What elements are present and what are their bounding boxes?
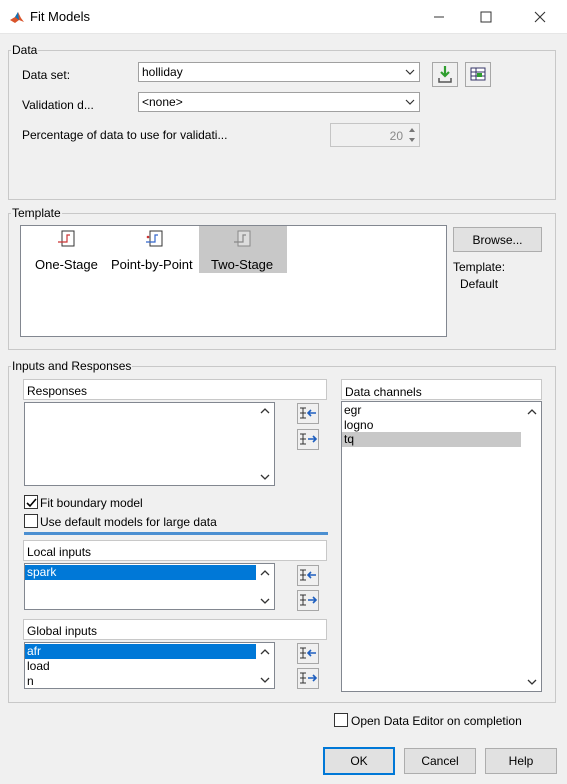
move-left-icon [300, 407, 316, 419]
title-bar: Fit Models [0, 0, 567, 34]
move-left-icon [300, 647, 316, 659]
template-name-value: Default [460, 277, 499, 291]
ok-button-label: OK [350, 754, 368, 768]
import-data-button[interactable] [432, 62, 458, 87]
template-name-label: Template: [453, 260, 506, 274]
add-local-input-button[interactable] [297, 565, 319, 586]
chevron-down-icon [527, 679, 537, 685]
template-label-two-stage: Two-Stage [211, 257, 274, 272]
local-inputs-header: Local inputs [23, 540, 327, 561]
template-list[interactable]: One-Stage Point-by-Point Two-Stage [20, 225, 447, 337]
chevron-down-icon [260, 598, 270, 604]
list-item[interactable]: afr [25, 644, 256, 659]
two-stage-model-icon [234, 230, 251, 247]
chevron-down-icon [260, 474, 270, 480]
chevron-up-icon [527, 409, 537, 415]
data-editor-button[interactable] [465, 62, 491, 87]
template-item-one-stage[interactable]: One-Stage [23, 226, 111, 273]
help-button[interactable]: Help [485, 748, 557, 774]
template-label-one-stage: One-Stage [35, 257, 98, 272]
help-button-label: Help [508, 754, 534, 768]
progress-divider [24, 532, 328, 535]
close-button[interactable] [517, 0, 563, 34]
responses-label: Responses [27, 384, 88, 398]
data-group-label: Data [11, 43, 39, 57]
percentage-spinner[interactable]: 20 [330, 123, 420, 147]
global-inputs-scrollbar[interactable] [257, 643, 274, 688]
open-editor-label: Open Data Editor on completion [351, 714, 522, 728]
template-item-point-by-point[interactable]: Point-by-Point [109, 226, 199, 273]
spinner-arrows-icon [409, 128, 415, 142]
global-inputs-list[interactable]: afr load n [24, 642, 275, 689]
cancel-button-label: Cancel [421, 754, 459, 768]
minimize-button[interactable] [416, 0, 462, 34]
local-inputs-list[interactable]: spark [24, 563, 275, 610]
fit-boundary-checkbox[interactable] [24, 495, 38, 509]
list-item[interactable]: load [25, 659, 50, 674]
data-table-icon [470, 67, 486, 81]
inputs-responses-group-label: Inputs and Responses [11, 359, 133, 373]
list-item[interactable]: tq [342, 432, 521, 447]
add-response-button[interactable] [297, 403, 319, 424]
import-download-icon [438, 66, 452, 83]
data-set-label: Data set: [22, 68, 71, 82]
local-inputs-scrollbar[interactable] [257, 564, 274, 609]
move-left-icon [300, 569, 316, 581]
chevron-up-icon [260, 649, 270, 655]
chevron-up-icon [260, 570, 270, 576]
validation-data-label: Validation d... [22, 98, 94, 112]
data-channels-header: Data channels [341, 379, 542, 400]
percentage-label: Percentage of data to use for validati..… [22, 128, 228, 142]
chevron-up-icon [260, 408, 270, 414]
browse-button[interactable]: Browse... [453, 227, 542, 252]
percentage-value: 20 [389, 129, 403, 143]
chevron-down-icon [405, 99, 415, 105]
maximize-button[interactable] [463, 0, 509, 34]
cancel-button[interactable]: Cancel [404, 748, 476, 774]
data-set-value: holliday [142, 65, 183, 79]
list-item[interactable]: n [25, 674, 34, 689]
maximize-icon [480, 11, 492, 23]
template-group-label: Template [11, 206, 62, 220]
template-label-point-by-point: Point-by-Point [111, 257, 193, 272]
data-channels-list[interactable]: egr logno tq [341, 401, 542, 692]
close-icon [534, 11, 546, 23]
remove-global-input-button[interactable] [297, 668, 319, 689]
ok-button[interactable]: OK [323, 747, 395, 775]
default-models-label: Use default models for large data [40, 515, 217, 529]
minimize-icon [434, 16, 444, 18]
validation-data-value: <none> [142, 95, 183, 109]
global-inputs-label: Global inputs [27, 624, 98, 638]
checkmark-icon [26, 498, 37, 508]
remove-response-button[interactable] [297, 429, 319, 450]
matlab-logo-icon [10, 12, 24, 23]
responses-scrollbar[interactable] [257, 403, 274, 485]
local-inputs-label: Local inputs [27, 545, 92, 559]
fit-boundary-label: Fit boundary model [40, 496, 143, 510]
list-item[interactable]: logno [342, 418, 373, 433]
data-channels-label: Data channels [345, 385, 422, 399]
responses-list[interactable] [24, 402, 275, 486]
remove-local-input-button[interactable] [297, 590, 319, 611]
add-global-input-button[interactable] [297, 643, 319, 664]
point-by-point-model-icon [146, 230, 163, 247]
responses-header: Responses [23, 379, 327, 400]
validation-data-dropdown[interactable]: <none> [138, 92, 420, 112]
default-models-checkbox[interactable] [24, 514, 38, 528]
window-title: Fit Models [30, 9, 90, 24]
move-right-icon [300, 433, 318, 445]
chevron-down-icon [405, 69, 415, 75]
one-stage-model-icon [58, 230, 75, 247]
move-right-icon [300, 594, 318, 606]
open-editor-checkbox[interactable] [334, 713, 348, 727]
data-channels-scrollbar[interactable] [524, 402, 541, 691]
data-set-dropdown[interactable]: holliday [138, 62, 420, 82]
template-item-two-stage[interactable]: Two-Stage [199, 226, 287, 273]
list-item[interactable]: spark [25, 565, 256, 580]
move-right-icon [300, 672, 318, 684]
browse-button-label: Browse... [472, 232, 523, 247]
global-inputs-header: Global inputs [23, 619, 327, 640]
chevron-down-icon [260, 677, 270, 683]
list-item[interactable]: egr [342, 403, 361, 418]
